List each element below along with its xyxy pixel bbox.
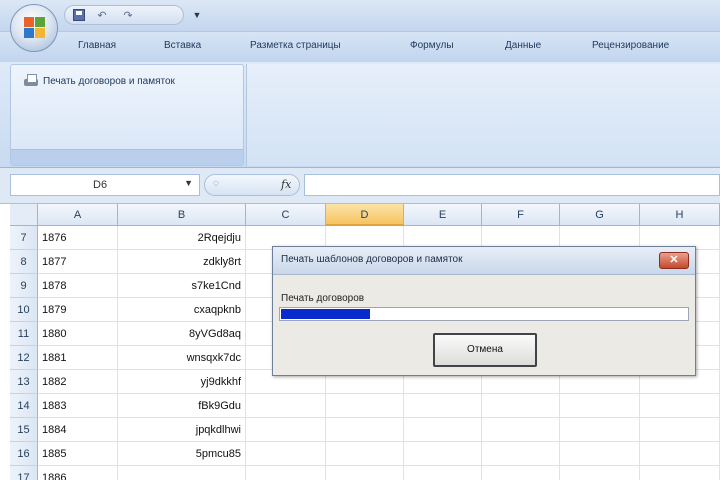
formula-buttons: ◌ fx [204,174,300,196]
column-header-b[interactable]: B [118,204,246,226]
print-progress-dialog: Печать шаблонов договоров и памяток ✕ Пе… [272,246,696,376]
ribbon-panel: Печать договоров и памяток [0,62,720,168]
dialog-title: Печать шаблонов договоров и памяток [281,254,463,265]
progress-bar [279,307,689,321]
cell-b[interactable]: 5pmcu85 [118,442,246,466]
row-header[interactable]: 9 [10,274,38,298]
print-contracts-button[interactable]: Печать договоров и памяток [23,71,175,91]
cell-a[interactable]: 1886 [38,466,118,480]
customize-qat-icon[interactable]: ▼ [190,8,204,22]
print-contracts-label: Печать договоров и памяток [43,75,175,87]
cell-b[interactable]: 8yVGd8aq [118,322,246,346]
cell-a[interactable]: 1884 [38,418,118,442]
column-header-e[interactable]: E [404,204,482,226]
cell-a[interactable]: 1876 [38,226,118,250]
column-header-f[interactable]: F [482,204,560,226]
dialog-status-text: Печать договоров [281,293,365,304]
cell-b[interactable] [118,466,246,480]
cell-b[interactable]: fBk9Gdu [118,394,246,418]
quick-access-toolbar: ↶ ↷ [64,5,184,25]
formula-bar: D6 ▼ ◌ fx [0,168,720,204]
cell-b[interactable]: yj9dkkhf [118,370,246,394]
row-header[interactable]: 13 [10,370,38,394]
row-header[interactable]: 7 [10,226,38,250]
cell-a[interactable]: 1881 [38,346,118,370]
office-logo-icon [24,17,46,39]
cell-a[interactable]: 1878 [38,274,118,298]
redo-icon[interactable]: ↷ [121,9,135,23]
printer-icon [23,74,39,88]
chevron-down-icon[interactable]: ▼ [184,178,193,188]
row-header[interactable]: 8 [10,250,38,274]
row-header[interactable]: 15 [10,418,38,442]
dialog-title-bar: Печать шаблонов договоров и памяток ✕ [273,247,695,275]
tab-data[interactable]: Данные [505,40,541,51]
cell-b[interactable]: jpqkdlhwi [118,418,246,442]
tab-review[interactable]: Рецензирование [592,40,669,51]
zoom-icon[interactable]: ◌ [213,178,219,189]
cell-a[interactable]: 1877 [38,250,118,274]
office-button[interactable] [10,4,58,52]
row-header[interactable]: 16 [10,442,38,466]
name-box[interactable]: D6 ▼ [10,174,200,196]
grid-line [246,417,720,418]
tab-insert[interactable]: Вставка [164,40,201,51]
tab-home[interactable]: Главная [78,40,116,51]
cell-b[interactable]: cxaqpknb [118,298,246,322]
formula-input[interactable] [304,174,720,196]
column-header-d[interactable]: D [326,204,404,226]
grid-line [246,393,720,394]
row-header[interactable]: 17 [10,466,38,480]
cell-a[interactable]: 1879 [38,298,118,322]
cell-b[interactable]: zdkly8rt [118,250,246,274]
cell-a[interactable]: 1880 [38,322,118,346]
undo-icon[interactable]: ↶ [95,9,109,23]
column-header-g[interactable]: G [560,204,640,226]
insert-function-button[interactable]: fx [281,178,291,191]
cell-b[interactable]: 2Rqejdju [118,226,246,250]
row-header[interactable]: 11 [10,322,38,346]
ribbon-group-addin: Печать договоров и памяток [10,64,244,166]
row-header[interactable]: 14 [10,394,38,418]
close-icon[interactable]: ✕ [659,252,689,269]
ribbon-empty-area [246,64,720,166]
cell-b[interactable]: s7ke1Cnd [118,274,246,298]
progress-bar-fill [281,309,370,319]
cell-a[interactable]: 1882 [38,370,118,394]
cancel-button[interactable]: Отмена [433,333,537,367]
name-box-value: D6 [93,179,108,191]
cell-b[interactable]: wnsqxk7dc [118,346,246,370]
save-icon[interactable] [73,9,85,21]
ribbon-tabs: Главная Вставка Разметка страницы Формул… [0,32,720,62]
ribbon-group-footer [11,149,243,165]
tab-formulas[interactable]: Формулы [410,40,454,51]
grid-line [246,441,720,442]
row-header[interactable]: 10 [10,298,38,322]
select-all-button[interactable] [10,204,38,226]
tab-page-layout[interactable]: Разметка страницы [250,40,341,51]
column-header-h[interactable]: H [640,204,720,226]
row-header[interactable]: 12 [10,346,38,370]
cell-a[interactable]: 1883 [38,394,118,418]
column-header-a[interactable]: A [38,204,118,226]
cell-a[interactable]: 1885 [38,442,118,466]
grid-line [246,465,720,466]
title-bar: ↶ ↷ ▼ [0,0,720,32]
column-header-c[interactable]: C [246,204,326,226]
